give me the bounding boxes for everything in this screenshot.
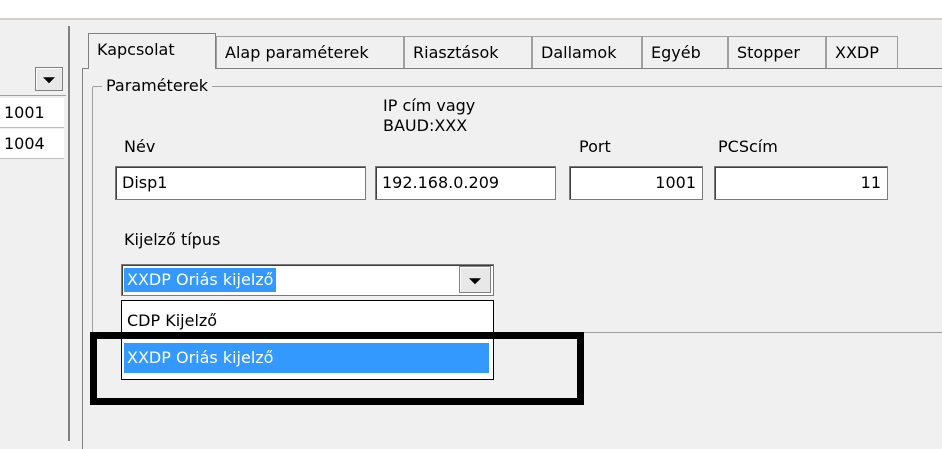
tab-kapcsolat[interactable]: Kapcsolat	[88, 33, 216, 69]
window-top-bar	[0, 0, 942, 20]
tab-xxdp[interactable]: XXDP	[826, 36, 898, 68]
display-type-label: Kijelző típus	[124, 230, 221, 249]
display-type-selected-value: XXDP Oriás kijelző	[124, 268, 277, 292]
tab-egyeb[interactable]: Egyéb	[642, 36, 728, 68]
port-label: Port	[579, 137, 611, 156]
left-list-dropdown-button[interactable]	[35, 67, 63, 91]
tab-riasztasok[interactable]: Riasztások	[404, 36, 532, 68]
ip-label-line2: BAUD:XXX	[383, 116, 468, 135]
groupbox-title: Paraméterek	[102, 76, 212, 95]
tab-alap-parameterek[interactable]: Alap paraméterek	[216, 36, 404, 68]
list-item[interactable]: 1004	[0, 129, 64, 159]
pcs-label: PCScím	[718, 137, 778, 156]
name-label: Név	[124, 137, 156, 156]
display-type-dropdown-button[interactable]	[459, 266, 491, 293]
chevron-down-icon	[469, 277, 481, 284]
ip-label-line1: IP cím vagy	[383, 96, 476, 115]
tab-stopper[interactable]: Stopper	[728, 36, 826, 68]
highlight-box	[90, 332, 584, 405]
port-field[interactable]: 1001	[569, 166, 703, 200]
name-field[interactable]: Disp1	[115, 166, 366, 200]
chevron-down-icon	[43, 77, 55, 84]
tab-dallamok[interactable]: Dallamok	[532, 36, 642, 68]
list-item[interactable]: 1001	[0, 98, 64, 128]
pcs-field[interactable]: 11	[714, 166, 888, 200]
ip-field[interactable]: 192.168.0.209	[375, 166, 556, 200]
